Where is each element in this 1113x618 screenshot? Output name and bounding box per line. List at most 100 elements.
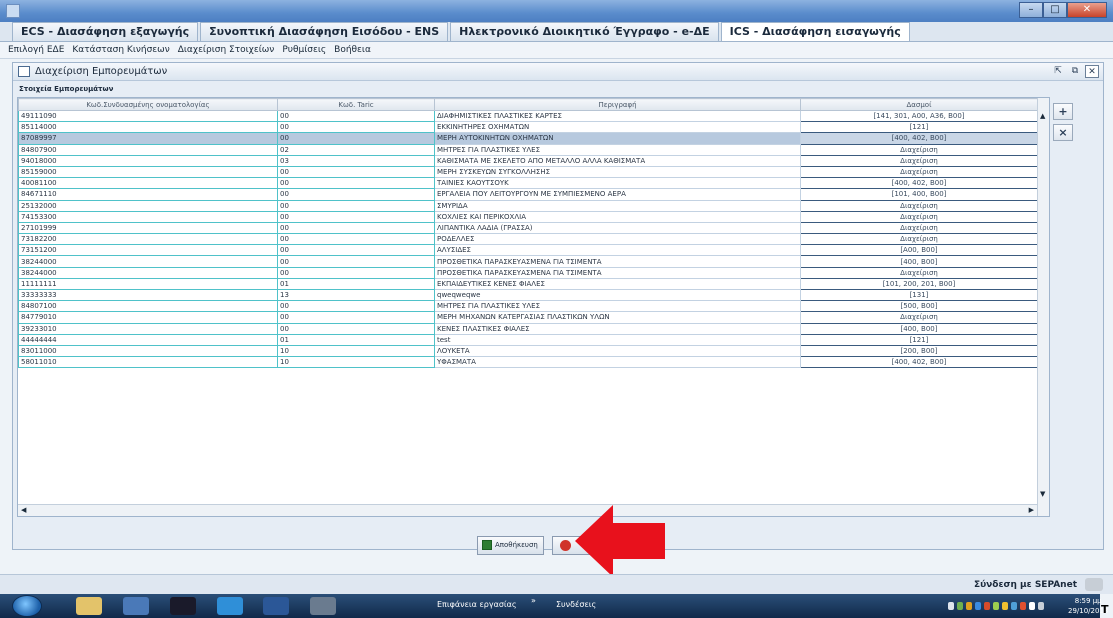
description-cell[interactable]: ΕΚΚΙΝΗΤΗΡΕΣ ΟΧΗΜΑΤΩΝ (434, 121, 801, 134)
cn-code-cell[interactable]: 39233010 (18, 322, 278, 335)
cn-code-cell[interactable]: 49111090 (18, 109, 278, 123)
close-icon[interactable]: ✕ (1067, 2, 1107, 18)
scroll-down-icon[interactable]: ▼ (1040, 490, 1045, 498)
tray-icon[interactable] (975, 602, 981, 610)
cn-code-cell[interactable]: 84807900 (18, 143, 278, 156)
duties-cell[interactable]: Διαχείριση (800, 143, 1038, 156)
table-row[interactable]: 27101999 00 ΛΙΠΑΝΤΙΚΑ ΛΑΔΙΑ (ΓΡΑΣΣΑ) Διαχεί… (18, 221, 1038, 235)
tray-icon[interactable] (966, 602, 972, 610)
taric-code-cell[interactable]: 01 (277, 333, 435, 346)
cn-code-cell[interactable]: 44444444 (18, 333, 278, 346)
description-cell[interactable]: ΕΡΓΑΛΕΙΑ ΠΟΥ ΛΕΙΤΟΥΡΓΟΥΝ ΜΕ ΣΥΜΠΙΕΣΜΕΝΟ … (434, 188, 801, 201)
add-row-button[interactable]: + (1053, 103, 1073, 120)
menu-select-ede[interactable]: Επιλογή ΕΔΕ (8, 45, 64, 55)
duties-cell[interactable]: [400, 402, B00] (800, 177, 1038, 190)
table-row[interactable]: 84671110 00 ΕΡΓΑΛΕΙΑ ΠΟΥ ΛΕΙΤΟΥΡΓΟΥΝ ΜΕ ΣΥ… (18, 188, 1038, 201)
taric-code-cell[interactable]: 00 (277, 244, 435, 257)
duties-cell[interactable]: [400, 402, B00] (800, 132, 1038, 145)
table-row[interactable]: 38244000 00 ΠΡΟΣΘΕΤΙΚΑ ΠΑΡΑΣΚΕΥΑΣΜΕΝΑ ΓΙΑ … (18, 266, 1038, 279)
table-row[interactable]: 84779010 00 ΜΕΡΗ ΜΗΧΑΝΩΝ ΚΑΤΕΡΓΑΣΙΑΣ ΠΛΑΣΤ… (18, 311, 1038, 324)
frame-close-icon[interactable]: ✕ (1085, 65, 1099, 78)
iconify-icon[interactable]: ⇱ (1051, 65, 1065, 78)
taric-code-cell[interactable]: 00 (277, 300, 435, 313)
cn-code-cell[interactable]: 40081100 (18, 177, 278, 190)
taric-code-cell[interactable]: 01 (277, 277, 435, 291)
cn-code-cell[interactable]: 85114000 (18, 121, 278, 134)
table-row[interactable]: 58011010 10 ΥΦΑΣΜΑΤΑ [400, 402, B00] (18, 356, 1038, 369)
restore-icon[interactable]: ⧉ (1068, 65, 1082, 78)
duties-cell[interactable]: Διαχείριση (800, 199, 1038, 212)
taric-code-cell[interactable]: 00 (277, 233, 435, 246)
duties-cell[interactable]: Διαχείριση (800, 221, 1038, 235)
taric-code-cell[interactable]: 02 (277, 143, 435, 156)
duties-cell[interactable]: [400, B00] (800, 322, 1038, 335)
duties-cell[interactable]: [200, B00] (800, 344, 1038, 358)
toolbar-chevron[interactable]: » (531, 596, 536, 605)
table-row[interactable]: 94018000 03 ΚΑΘΙΣΜΑΤΑ ΜΕ ΣΚΕΛΕΤΟ ΑΠΟ ΜΕΤΑΛ… (18, 154, 1038, 167)
taric-code-cell[interactable]: 10 (277, 344, 435, 358)
taric-code-cell[interactable]: 00 (277, 322, 435, 335)
explorer-icon[interactable] (76, 597, 102, 615)
description-cell[interactable]: ΠΡΟΣΘΕΤΙΚΑ ΠΑΡΑΣΚΕΥΑΣΜΕΝΑ ΓΙΑ ΤΣΙΜΕΝΤΑ (434, 266, 801, 279)
taric-code-cell[interactable]: 00 (277, 177, 435, 190)
duties-cell[interactable]: [400, B00] (800, 255, 1038, 268)
menu-help[interactable]: Βοήθεια (334, 45, 371, 55)
duties-cell[interactable]: Διαχείριση (800, 210, 1038, 223)
description-cell[interactable]: ΜΕΡΗ ΜΗΧΑΝΩΝ ΚΑΤΕΡΓΑΣΙΑΣ ΠΛΑΣΤΙΚΩΝ ΥΛΩΝ (434, 311, 801, 324)
description-cell[interactable]: ΡΟΔΕΛΛΕΣ (434, 233, 801, 246)
taric-code-cell[interactable]: 00 (277, 121, 435, 134)
cn-code-cell[interactable]: 38244000 (18, 266, 278, 279)
cn-code-cell[interactable]: 84779010 (18, 311, 278, 324)
taric-code-cell[interactable]: 00 (277, 188, 435, 201)
tray-icon[interactable] (1011, 602, 1017, 610)
description-cell[interactable]: ΜΗΤΡΕΣ ΓΙΑ ΠΛΑΣΤΙΚΕΣ ΥΛΕΣ (434, 300, 801, 313)
menu-movement-status[interactable]: Κατάσταση Κινήσεων (72, 45, 169, 55)
duties-cell[interactable]: [121] (800, 333, 1038, 346)
table-row[interactable]: 84807100 00 ΜΗΤΡΕΣ ΓΙΑ ΠΛΑΣΤΙΚΕΣ ΥΛΕΣ [500,… (18, 300, 1038, 313)
taric-code-cell[interactable]: 00 (277, 210, 435, 223)
taric-code-cell[interactable]: 13 (277, 288, 435, 302)
duties-cell[interactable]: [101, 400, B00] (800, 188, 1038, 201)
table-row[interactable]: 73182200 00 ΡΟΔΕΛΛΕΣ Διαχείριση (18, 233, 1038, 246)
table-row[interactable]: 73151200 00 ΑΛΥΣΙΔΕΣ [A00, B00] (18, 244, 1038, 257)
cn-code-cell[interactable]: 27101999 (18, 221, 278, 235)
taric-code-cell[interactable]: 00 (277, 311, 435, 324)
connections-toolbar[interactable]: Συνδέσεις (556, 600, 596, 609)
description-cell[interactable]: ΜΗΤΡΕΣ ΓΙΑ ΠΛΑΣΤΙΚΕΣ ΥΛΕΣ (434, 143, 801, 156)
tab-ics[interactable]: ICS - Διασάφηση εισαγωγής (720, 22, 910, 41)
cn-code-cell[interactable]: 94018000 (18, 154, 278, 167)
description-cell[interactable]: ΜΕΡΗ ΣΥΣΚΕΥΩΝ ΣΥΓΚΟΛΛΗΣΗΣ (434, 165, 801, 179)
tray-icon[interactable] (984, 602, 990, 610)
duties-cell[interactable]: [131] (800, 288, 1038, 302)
tray-icon[interactable] (1020, 602, 1026, 610)
duties-cell[interactable]: Διαχείριση (800, 266, 1038, 279)
taric-code-cell[interactable]: 00 (277, 199, 435, 212)
cn-code-cell[interactable]: 11111111 (18, 277, 278, 291)
tray-icon[interactable] (1002, 602, 1008, 610)
description-cell[interactable]: test (434, 333, 801, 346)
description-cell[interactable]: ΠΡΟΣΘΕΤΙΚΑ ΠΑΡΑΣΚΕΥΑΣΜΕΝΑ ΓΙΑ ΤΣΙΜΕΝΤΑ (434, 255, 801, 268)
horizontal-scrollbar[interactable]: ◀ ▶ (18, 504, 1037, 516)
skype-icon[interactable] (217, 597, 243, 615)
taric-code-cell[interactable]: 10 (277, 356, 435, 369)
cn-code-cell[interactable]: 73182200 (18, 233, 278, 246)
duties-cell[interactable]: Διαχείριση (800, 311, 1038, 324)
cn-code-cell[interactable]: 74153300 (18, 210, 278, 223)
duties-cell[interactable]: [101, 200, 201, B00] (800, 277, 1038, 291)
header-duties[interactable]: Δασμοί (800, 98, 1038, 111)
cn-code-cell[interactable]: 58011010 (18, 356, 278, 369)
table-row[interactable]: 11111111 01 ΕΚΠΑΙΔΕΥΤΙΚΕΣ ΚΕΝΕΣ ΦΙΑΛΕΣ [101… (18, 277, 1038, 291)
header-description[interactable]: Περιγραφή (434, 98, 801, 111)
menu-data-management[interactable]: Διαχείριση Στοιχείων (178, 45, 275, 55)
cn-code-cell[interactable]: 85159000 (18, 165, 278, 179)
header-cn-code[interactable]: Κωδ.Συνδυασμένης ονοματολογίας (18, 98, 278, 111)
scroll-up-icon[interactable]: ▲ (1040, 112, 1045, 120)
description-cell[interactable]: ΔΙΑΦΗΜΙΣΤΙΚΕΣ ΠΛΑΣΤΙΚΕΣ ΚΑΡΤΕΣ (434, 109, 801, 123)
tray-icon[interactable] (993, 602, 999, 610)
duties-cell[interactable]: Διαχείριση (800, 165, 1038, 179)
start-button[interactable] (12, 595, 42, 617)
menu-settings[interactable]: Ρυθμίσεις (282, 45, 326, 55)
taric-code-cell[interactable]: 00 (277, 165, 435, 179)
cn-code-cell[interactable]: 25132000 (18, 199, 278, 212)
hp-icon[interactable] (170, 597, 196, 615)
